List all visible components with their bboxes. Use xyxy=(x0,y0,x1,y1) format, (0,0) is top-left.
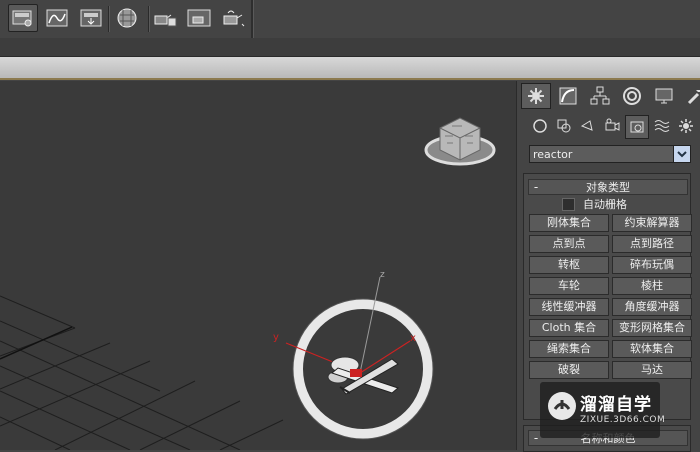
cameras-icon[interactable] xyxy=(601,115,623,137)
toolbar-group-render xyxy=(150,3,252,33)
create-tab-icon[interactable] xyxy=(521,83,551,109)
render-setup-icon[interactable] xyxy=(150,4,180,32)
autogrid-label: 自动栅格 xyxy=(583,198,627,211)
category-dropdown-value: reactor xyxy=(533,148,573,161)
lights-icon[interactable] xyxy=(577,115,599,137)
toolbar-separator xyxy=(108,6,110,32)
systems-icon[interactable] xyxy=(675,115,697,137)
watermark: 溜溜自学 ZIXUE.3D66.COM xyxy=(540,382,665,438)
fracture-button[interactable]: 破裂 xyxy=(529,361,609,379)
rigid-body-collection-button[interactable]: 刚体集合 xyxy=(529,214,609,232)
category-dropdown[interactable]: reactor xyxy=(529,145,691,163)
x-axis-label: x xyxy=(410,333,416,344)
wheel-button[interactable]: 车轮 xyxy=(529,277,609,295)
main-toolbar xyxy=(0,0,700,39)
chevron-down-icon[interactable] xyxy=(673,146,690,162)
schematic-view-icon[interactable] xyxy=(76,4,106,32)
command-panel-tabs xyxy=(521,83,700,109)
z-axis-line xyxy=(359,276,381,374)
display-tab-icon[interactable] xyxy=(649,83,679,109)
motion-tab-icon[interactable] xyxy=(617,83,647,109)
watermark-title: 溜溜自学 xyxy=(580,395,652,415)
angular-dashpot-button[interactable]: 角度缓冲器 xyxy=(612,298,692,316)
modify-tab-icon[interactable] xyxy=(553,83,583,109)
space-warps-icon[interactable] xyxy=(651,115,673,137)
soft-body-collection-button[interactable]: 软体集合 xyxy=(612,340,692,358)
autogrid-option[interactable]: 自动栅格 xyxy=(562,196,627,212)
home-grid xyxy=(0,295,284,450)
object-type-rollout-header[interactable]: - 对象类型 xyxy=(528,179,688,195)
rendered-frame-window-icon[interactable] xyxy=(184,4,214,32)
rotate-gizmo[interactable] xyxy=(292,298,434,440)
linear-dashpot-button[interactable]: 线性缓冲器 xyxy=(529,298,609,316)
toolbar-group-managers xyxy=(8,3,110,33)
rope-collection-button[interactable]: 绳索集合 xyxy=(529,340,609,358)
create-subcategories xyxy=(529,115,699,139)
collapse-icon[interactable]: - xyxy=(529,181,543,193)
point-to-point-button[interactable]: 点到点 xyxy=(529,235,609,253)
helpers-icon[interactable] xyxy=(625,115,649,139)
prismatic-button[interactable]: 棱柱 xyxy=(612,277,692,295)
grid-axis-line xyxy=(0,326,73,360)
rollout-title: 对象类型 xyxy=(586,181,630,194)
shapes-icon[interactable] xyxy=(553,115,575,137)
perspective-viewport[interactable]: z y x xyxy=(0,81,516,450)
constraint-solver-button[interactable]: 约束解算器 xyxy=(612,214,692,232)
autogrid-checkbox[interactable] xyxy=(562,197,575,211)
watermark-logo-icon xyxy=(548,392,576,420)
curve-editor-icon[interactable] xyxy=(42,4,72,32)
watermark-url: ZIXUE.3D66.COM xyxy=(580,415,666,425)
toolbar-group-material xyxy=(112,3,146,33)
point-to-path-button[interactable]: 点到路径 xyxy=(612,235,692,253)
reactor-helper-object[interactable] xyxy=(327,356,400,395)
ribbon-bar xyxy=(0,57,700,80)
viewport-scene: z y x xyxy=(0,117,496,450)
deforming-mesh-collection-button[interactable]: 变形网格集合 xyxy=(612,319,692,337)
material-editor-icon[interactable] xyxy=(112,4,142,32)
layer-manager-icon[interactable] xyxy=(8,4,38,32)
object-type-buttons: 刚体集合 约束解算器 点到点 点到路径 转枢 碎布玩偶 车轮 棱柱 线性缓冲器 … xyxy=(529,214,692,379)
y-axis-label: y xyxy=(273,332,279,343)
ragdoll-button[interactable]: 碎布玩偶 xyxy=(612,256,692,274)
geometry-icon[interactable] xyxy=(529,115,551,137)
motor-button[interactable]: 马达 xyxy=(612,361,692,379)
z-axis-label: z xyxy=(380,270,385,280)
cloth-collection-button[interactable]: Cloth 集合 xyxy=(529,319,609,337)
viewcube-icon[interactable] xyxy=(424,117,496,166)
toolbar-strip xyxy=(0,38,700,57)
toolbar-divider xyxy=(251,0,254,38)
hierarchy-tab-icon[interactable] xyxy=(585,83,615,109)
hinge-button[interactable]: 转枢 xyxy=(529,256,609,274)
utilities-tab-icon[interactable] xyxy=(681,83,700,109)
render-production-icon[interactable] xyxy=(218,4,248,32)
